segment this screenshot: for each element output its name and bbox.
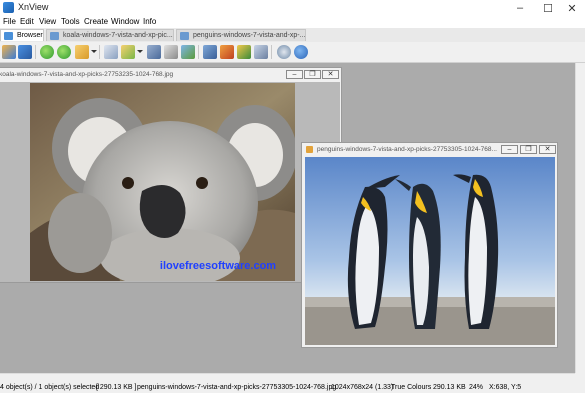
find-icon[interactable] [147, 45, 161, 59]
penguins-window-title: penguins-windows-7-vista-and-xp-picks-27… [302, 143, 557, 156]
next-icon[interactable] [57, 45, 71, 59]
title-bar: XnView – ☐ ✕ [0, 0, 585, 16]
koala-photo: ilovefreesoftware.com [30, 83, 295, 281]
minimize-button[interactable]: – [507, 0, 533, 16]
print-icon[interactable] [164, 45, 178, 59]
restore-button[interactable]: ❐ [304, 70, 321, 79]
status-object-count: 4 object(s) / 1 object(s) selected [0, 384, 100, 391]
tab-penguins[interactable]: penguins-windows-7-vista-and-xp-... [176, 29, 306, 41]
status-dimensions: 1024x768x24 (1.33) [331, 384, 394, 391]
batch-convert-icon[interactable] [203, 45, 217, 59]
koala-image-window[interactable]: koala-windows-7-vista-and-xp-picks-27753… [0, 67, 342, 283]
favorites-icon[interactable] [75, 45, 89, 59]
menu-edit[interactable]: Edit [20, 16, 34, 28]
toolbar [0, 42, 585, 63]
xnview-app-icon [3, 2, 14, 13]
menu-window[interactable]: Window [111, 16, 139, 28]
status-file-size: 290.13 KB [433, 384, 466, 391]
chevron-down-icon[interactable] [91, 50, 97, 53]
toolbar-separator [35, 45, 36, 59]
copy-icon[interactable] [104, 45, 118, 59]
vertical-scrollbar[interactable] [575, 63, 585, 373]
close-button[interactable]: ✕ [539, 145, 556, 154]
contact-sheet-icon[interactable] [254, 45, 268, 59]
tab-label: Browser [17, 32, 43, 39]
minimize-button[interactable]: – [501, 145, 518, 154]
capture-icon[interactable] [181, 45, 195, 59]
image-icon [180, 32, 189, 40]
tab-koala[interactable]: koala-windows-7-vista-and-xp-pic... [46, 29, 174, 41]
slideshow-icon[interactable] [220, 45, 234, 59]
restore-button[interactable]: ❐ [520, 145, 537, 154]
status-colour-depth: True Colours [391, 384, 432, 391]
penguins-photo [305, 157, 555, 345]
previous-icon[interactable] [40, 45, 54, 59]
image-file-icon [306, 146, 313, 153]
toolbar-separator [271, 45, 272, 59]
menu-tools[interactable]: Tools [61, 16, 80, 28]
status-selected-size: [ 290.13 KB ] [96, 384, 137, 391]
status-bar: 4 object(s) / 1 object(s) selected [ 290… [0, 383, 585, 393]
menu-create[interactable]: Create [84, 16, 108, 28]
tab-browser[interactable]: Browser [0, 29, 44, 41]
penguins-image-window[interactable]: penguins-windows-7-vista-and-xp-picks-27… [301, 142, 558, 348]
menu-info[interactable]: Info [143, 16, 156, 28]
menu-bar: File Edit View Tools Create Window Info [0, 16, 585, 28]
scrollbar-corner [575, 373, 585, 383]
image-icon [50, 32, 59, 40]
minimize-button[interactable]: – [286, 70, 303, 79]
browser-icon [4, 32, 13, 40]
close-button[interactable]: ✕ [559, 0, 585, 16]
tab-label: penguins-windows-7-vista-and-xp-... [193, 32, 306, 39]
tab-bar: Browser koala-windows-7-vista-and-xp-pic… [0, 28, 585, 43]
status-zoom: 24% [469, 384, 484, 391]
about-icon[interactable] [294, 45, 308, 59]
browse-icon[interactable] [2, 45, 16, 59]
settings-icon[interactable] [277, 45, 291, 59]
menu-view[interactable]: View [39, 16, 56, 28]
web-page-icon[interactable] [237, 45, 251, 59]
status-filename: penguins-windows-7-vista-and-xp-picks-27… [137, 384, 337, 391]
close-button[interactable]: ✕ [322, 70, 339, 79]
move-icon[interactable] [121, 45, 135, 59]
window-title: XnView [18, 2, 49, 12]
menu-file[interactable]: File [3, 16, 16, 28]
fullscreen-icon[interactable] [18, 45, 32, 59]
toolbar-separator [99, 45, 100, 59]
tab-label: koala-windows-7-vista-and-xp-pic... [63, 32, 173, 39]
horizontal-scrollbar[interactable] [0, 373, 575, 383]
toolbar-separator [198, 45, 199, 59]
maximize-button[interactable]: ☐ [535, 0, 561, 16]
mdi-workspace: koala-windows-7-vista-and-xp-picks-27753… [0, 63, 575, 373]
chevron-down-icon[interactable] [137, 50, 143, 53]
status-coordinates: X:638, Y:5 [489, 384, 522, 391]
watermark-text: ilovefreesoftware.com [160, 260, 276, 272]
